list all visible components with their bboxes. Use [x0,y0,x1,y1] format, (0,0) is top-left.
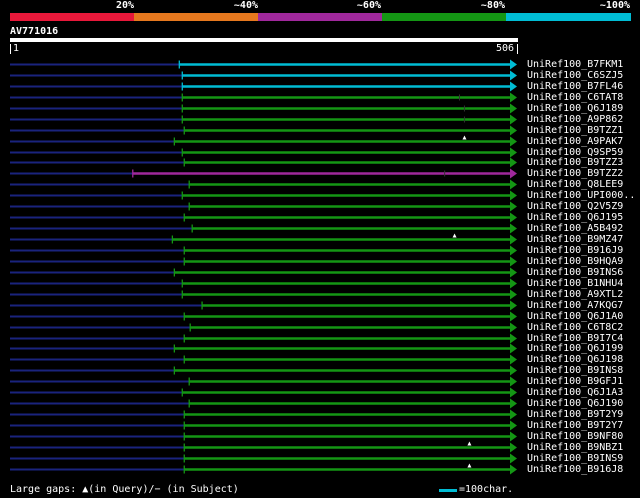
hit-label[interactable]: UniRef100_B9TZZ3 [527,157,623,168]
hit-label[interactable]: UniRef100_Q2V5Z9 [527,201,623,212]
hit-label[interactable]: UniRef100_A9XTL2 [527,289,623,300]
hit-end-arrow [510,168,517,179]
query-gap-marker [452,233,457,238]
hit-end-arrow [510,179,517,190]
hit-label[interactable]: UniRef100_B1NHU4 [527,278,623,289]
hit-label[interactable]: UniRef100_Q6J199 [527,343,623,354]
hit-end-arrow [510,333,517,344]
hit-end-arrow [510,398,517,409]
hit-label[interactable]: UniRef100_A5B492 [527,223,623,234]
hit-end-arrow [510,442,517,453]
hit-end-arrow [510,125,517,136]
hit-label[interactable]: UniRef100_A9PAK7 [527,136,623,147]
hit-label[interactable]: UniRef100_B9INS9 [527,453,623,464]
hit-end-arrow [510,234,517,245]
hit-end-arrow [510,322,517,333]
hit-end-arrow [510,59,517,70]
hit-end-arrow [510,190,517,201]
hit-end-arrow [510,201,517,212]
hit-label[interactable]: UniRef100_C6TAT8 [527,92,623,103]
hit-label[interactable]: UniRef100_Q6J1A3 [527,387,623,398]
hit-label[interactable]: UniRef100_B9NBZ1 [527,442,623,453]
hit-label[interactable]: UniRef100_B9INS8 [527,365,623,376]
hit-end-arrow [510,431,517,442]
hit-end-arrow [510,289,517,300]
hit-end-arrow [510,81,517,92]
hit-label[interactable]: UniRef100_B9T2Y7 [527,420,623,431]
hit-end-arrow [510,343,517,354]
hit-label[interactable]: UniRef100_B9TZZ1 [527,125,623,136]
hit-end-arrow [510,136,517,147]
hit-label[interactable]: UniRef100_Q6J195 [527,212,623,223]
hit-label[interactable]: UniRef100_B916J9 [527,245,623,256]
hit-label[interactable]: UniRef100_B9HQA9 [527,256,623,267]
hit-end-arrow [510,409,517,420]
hit-label[interactable]: UniRef100_A9P862 [527,114,623,125]
hit-end-arrow [510,245,517,256]
hit-label[interactable]: UniRef100_C6T8C2 [527,322,623,333]
hit-end-arrow [510,278,517,289]
query-gap-marker [467,463,472,468]
hit-label[interactable]: UniRef100_Q8LEE9 [527,179,623,190]
hit-end-arrow [510,212,517,223]
hit-label[interactable]: UniRef100_Q6J189 [527,103,623,114]
hit-label[interactable]: UniRef100_A7KQG7 [527,300,623,311]
gaps-legend-text: Large gaps: ▲(in Query)/− (in Subject) [10,484,239,495]
hit-end-arrow [510,157,517,168]
hit-end-arrow [510,223,517,234]
hit-end-arrow [510,147,517,158]
hit-label[interactable]: UniRef100_B9MZ47 [527,234,623,245]
hit-end-arrow [510,70,517,81]
hit-end-arrow [510,300,517,311]
hit-end-arrow [510,311,517,322]
scale-label: =100char. [459,484,514,495]
hit-end-arrow [510,267,517,278]
hit-label[interactable]: UniRef100_B9TZZ2 [527,168,623,179]
hit-end-arrow [510,453,517,464]
hit-label[interactable]: UniRef100_B7FL46 [527,81,623,92]
hit-label[interactable]: UniRef100_B9GFJ1 [527,376,623,387]
hit-label[interactable]: UniRef100_Q6J198 [527,354,623,365]
hit-end-arrow [510,376,517,387]
hit-end-arrow [510,92,517,103]
hit-end-arrow [510,420,517,431]
hit-label[interactable]: UniRef100_Q6J190 [527,398,623,409]
hit-end-arrow [510,464,517,475]
hit-label[interactable]: UniRef100_UPI000.. [527,190,635,201]
query-gap-marker [467,441,472,446]
hit-end-arrow [510,387,517,398]
hit-label[interactable]: UniRef100_B9NF80 [527,431,623,442]
hit-label[interactable]: UniRef100_B916J8 [527,464,623,475]
hit-label[interactable]: UniRef100_C6SZJ5 [527,70,623,81]
hit-label[interactable]: UniRef100_B9INS6 [527,267,623,278]
hit-label[interactable]: UniRef100_B9T2Y9 [527,409,623,420]
hit-label[interactable]: UniRef100_B7FKM1 [527,59,623,70]
hit-end-arrow [510,256,517,267]
hit-end-arrow [510,365,517,376]
query-gap-marker [462,135,467,140]
hit-end-arrow [510,354,517,365]
hit-end-arrow [510,103,517,114]
scale-bar [439,489,457,492]
hit-end-arrow [510,114,517,125]
hit-label[interactable]: UniRef100_Q6J1A0 [527,311,623,322]
